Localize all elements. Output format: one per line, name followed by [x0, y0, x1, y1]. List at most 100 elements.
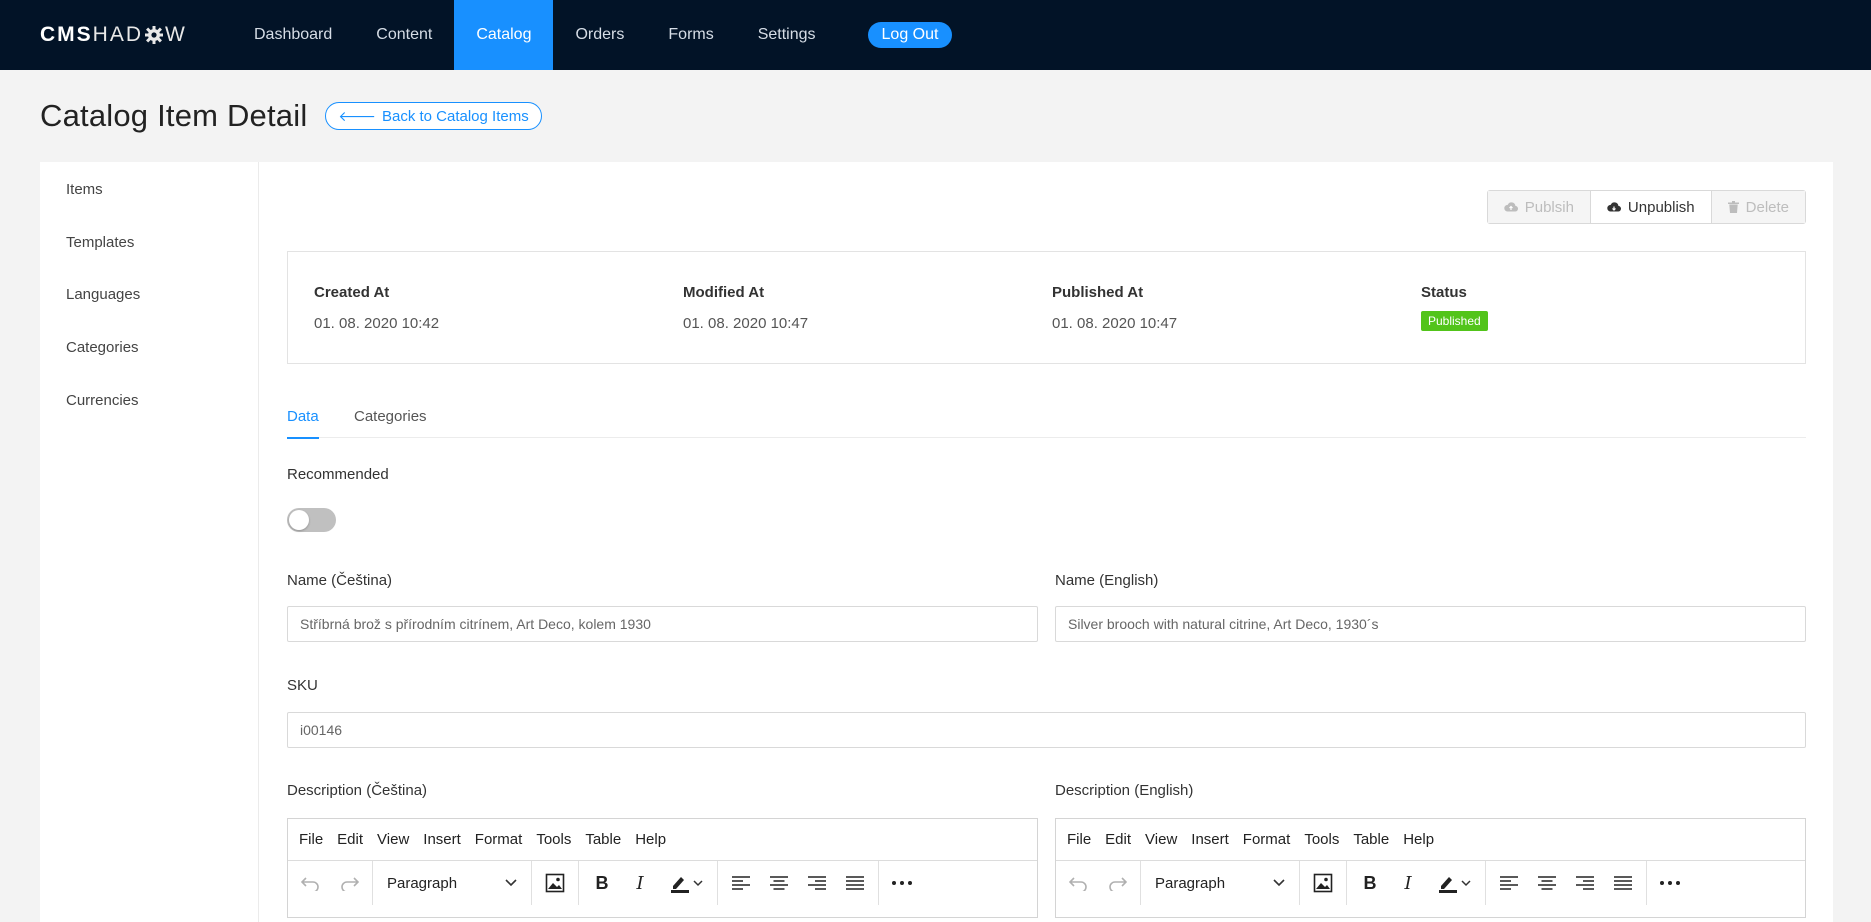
align-justify-icon[interactable] [1604, 866, 1642, 900]
align-right-icon[interactable] [1566, 866, 1604, 900]
redo-icon[interactable] [330, 866, 368, 900]
created-at-value: 01. 08. 2020 10:42 [314, 315, 440, 332]
menu-edit[interactable]: Edit [330, 831, 370, 848]
page-header: Catalog Item Detail 🡐 Back to Catalog It… [40, 98, 542, 134]
menu-view[interactable]: View [370, 831, 416, 848]
bold-icon[interactable]: B [1351, 866, 1389, 900]
align-center-icon[interactable] [760, 866, 798, 900]
menu-help[interactable]: Help [1396, 831, 1441, 848]
status-label: Status [1421, 284, 1467, 301]
action-button-group: Publsih Unpublish Delete [1486, 190, 1806, 224]
nav-dashboard[interactable]: Dashboard [232, 0, 354, 70]
menu-format[interactable]: Format [1236, 831, 1298, 848]
toggle-knob [289, 510, 309, 530]
editor-toolbar: Paragraph B I [288, 861, 1037, 905]
italic-icon[interactable]: I [621, 866, 659, 900]
unpublish-label: Unpublish [1627, 198, 1695, 216]
menu-tools[interactable]: Tools [529, 831, 578, 848]
publish-button[interactable]: Publsih [1487, 191, 1591, 223]
more-group [879, 861, 925, 905]
unpublish-button[interactable]: Unpublish [1590, 191, 1712, 223]
menu-view[interactable]: View [1138, 831, 1184, 848]
modified-at-label: Modified At [683, 284, 765, 301]
name-en-input[interactable]: Silver brooch with natural citrine, Art … [1055, 606, 1806, 642]
menu-insert[interactable]: Insert [1184, 831, 1236, 848]
nav-settings[interactable]: Settings [736, 0, 838, 70]
menu-table[interactable]: Table [1346, 831, 1396, 848]
description-en-label: Description (English) [1055, 782, 1194, 799]
back-to-catalog-button[interactable]: 🡐 Back to Catalog Items [325, 102, 542, 130]
menu-help[interactable]: Help [628, 831, 673, 848]
nav-catalog[interactable]: Catalog [454, 0, 554, 70]
tab-data[interactable]: Data [287, 408, 319, 439]
logout-button[interactable]: Log Out [867, 22, 953, 48]
sku-label: SKU [287, 677, 318, 694]
menu-tools[interactable]: Tools [1297, 831, 1346, 848]
sidebar-item-currencies[interactable]: Currencies [66, 392, 139, 409]
italic-icon[interactable]: I [1389, 866, 1427, 900]
align-left-icon[interactable] [722, 866, 760, 900]
sidebar: Items Templates Languages Categories Cur… [40, 162, 259, 922]
sidebar-item-languages[interactable]: Languages [66, 286, 140, 303]
block-format-select[interactable]: Paragraph [1145, 866, 1295, 900]
undo-icon[interactable] [1060, 866, 1098, 900]
published-at-block: Published At 01. 08. 2020 10:47 [1052, 284, 1177, 332]
block-format-select[interactable]: Paragraph [377, 866, 527, 900]
highlight-icon[interactable] [659, 866, 713, 900]
more-icon[interactable] [1651, 866, 1689, 900]
nav-orders[interactable]: Orders [553, 0, 646, 70]
published-at-value: 01. 08. 2020 10:47 [1052, 315, 1178, 332]
menu-insert[interactable]: Insert [416, 831, 468, 848]
nav-content[interactable]: Content [354, 0, 454, 70]
menu-file[interactable]: File [292, 831, 330, 848]
nav-forms[interactable]: Forms [646, 0, 735, 70]
trash-icon [1727, 201, 1739, 213]
redo-icon[interactable] [1098, 866, 1136, 900]
main-panel: Items Templates Languages Categories Cur… [40, 162, 1833, 922]
cloud-upload-icon [1504, 202, 1518, 212]
delete-button[interactable]: Delete [1711, 191, 1805, 223]
sidebar-item-templates[interactable]: Templates [66, 234, 134, 251]
created-at-label: Created At [314, 284, 390, 301]
insert-group [532, 861, 579, 905]
back-button-label: Back to Catalog Items [381, 107, 529, 125]
status-badge: Published [1421, 311, 1488, 331]
block-format-value: Paragraph [1155, 874, 1226, 892]
insert-group [1300, 861, 1347, 905]
undo-icon[interactable] [292, 866, 330, 900]
menu-file[interactable]: File [1060, 831, 1098, 848]
name-cs-input[interactable]: Stříbrná brož s přírodním citrínem, Art … [287, 606, 1038, 642]
chevron-down-icon [505, 879, 517, 887]
tab-bar: Data Categories [287, 394, 1806, 439]
image-icon[interactable] [1304, 866, 1342, 900]
sidebar-item-categories[interactable]: Categories [66, 339, 139, 356]
history-group [1056, 861, 1141, 905]
sidebar-item-items[interactable]: Items [66, 181, 103, 198]
menu-table[interactable]: Table [578, 831, 628, 848]
created-at-block: Created At 01. 08. 2020 10:42 [314, 284, 439, 332]
description-en-editor: File Edit View Insert Format Tools Table… [1055, 818, 1806, 918]
image-icon[interactable] [536, 866, 574, 900]
more-icon[interactable] [883, 866, 921, 900]
block-group: Paragraph [373, 861, 532, 905]
menu-format[interactable]: Format [468, 831, 530, 848]
page-title: Catalog Item Detail [40, 98, 308, 133]
sku-input[interactable]: i00146 [287, 712, 1806, 748]
published-at-label: Published At [1052, 284, 1144, 301]
info-box: Created At 01. 08. 2020 10:42 Modified A… [287, 251, 1806, 364]
recommended-toggle[interactable] [287, 508, 336, 532]
history-group [288, 861, 373, 905]
editor-toolbar: Paragraph B I [1056, 861, 1805, 905]
align-justify-icon[interactable] [836, 866, 874, 900]
align-right-icon[interactable] [798, 866, 836, 900]
tab-categories[interactable]: Categories [354, 408, 427, 437]
logo[interactable]: CMS HAD W [0, 0, 232, 70]
highlight-icon[interactable] [1427, 866, 1481, 900]
editor-menubar: File Edit View Insert Format Tools Table… [288, 819, 1037, 861]
format-group: B I [1347, 861, 1486, 905]
bold-icon[interactable]: B [583, 866, 621, 900]
align-center-icon[interactable] [1528, 866, 1566, 900]
align-left-icon[interactable] [1490, 866, 1528, 900]
status-block: Status Published [1421, 284, 1488, 331]
menu-edit[interactable]: Edit [1098, 831, 1138, 848]
